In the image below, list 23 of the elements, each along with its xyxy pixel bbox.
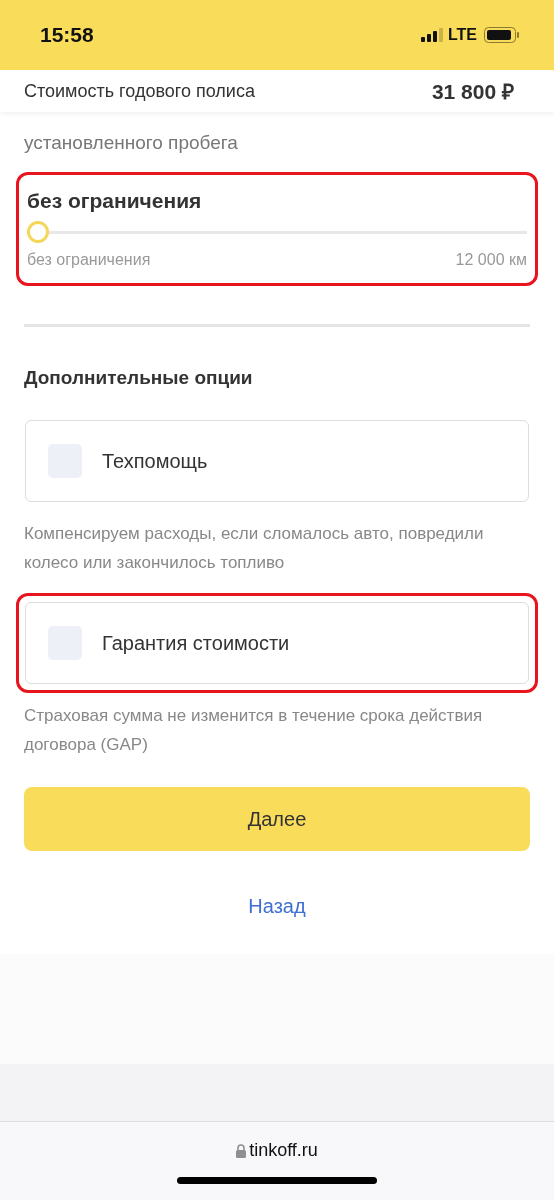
slider-min-label: без ограничения [27, 251, 151, 269]
option-card[interactable]: Техпомощь [25, 420, 529, 502]
option-description: Страховая сумма не изменится в течение срока действия договора (GAP) [24, 705, 484, 756]
mileage-value: без ограничения [27, 189, 203, 213]
network-label: LTE [447, 26, 477, 44]
slider-thumb[interactable] [27, 221, 49, 243]
url-text[interactable]: tinkoff.ru [249, 1140, 318, 1161]
battery-icon [484, 27, 520, 43]
price-label: Стоимость годового полиса [24, 80, 255, 102]
options-heading: Дополнительные опции [24, 367, 254, 389]
price-value: 31 800 ₽ [431, 79, 514, 105]
slider-max-label: 12 000 км [455, 251, 527, 269]
clock: 15:58 [40, 23, 94, 47]
mileage-caption: установленного пробега [24, 132, 239, 154]
lock-icon [236, 1143, 247, 1158]
signal-icon [420, 28, 443, 42]
back-link[interactable]: Назад [248, 895, 306, 917]
option-label: Техпомощь [102, 449, 208, 473]
option-card[interactable]: Гарантия стоимости [25, 602, 529, 684]
mileage-slider[interactable] [27, 221, 527, 243]
option-description: Компенсируем расходы, если сломалось авто, повредили колесо или закончилось топливо [24, 523, 485, 574]
option-label: Гарантия стоимости [102, 631, 290, 655]
next-button[interactable]: Далее [24, 787, 530, 851]
